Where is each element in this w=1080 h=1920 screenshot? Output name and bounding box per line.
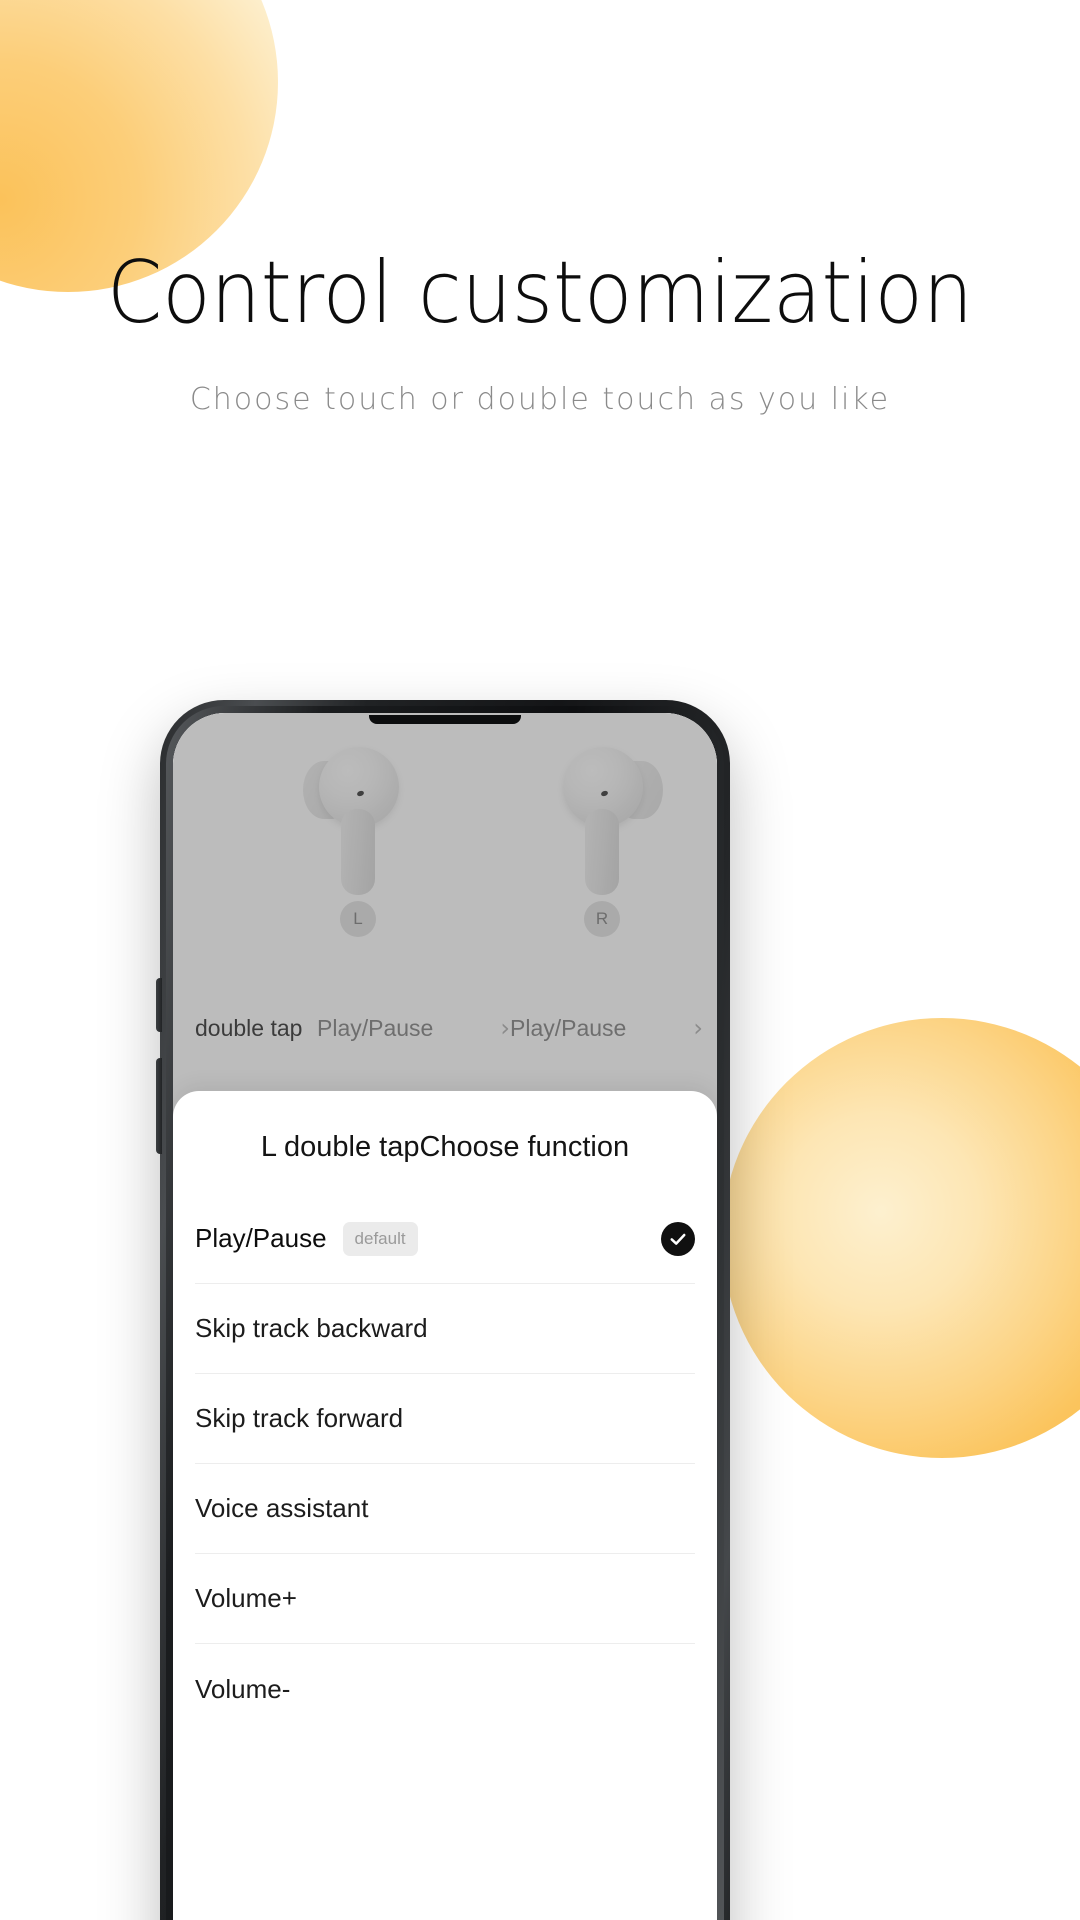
option-label: Volume+ xyxy=(195,1583,297,1613)
option-label: Play/Pause xyxy=(195,1223,327,1253)
list-item-volume-up[interactable]: Volume+ xyxy=(195,1554,695,1644)
page-subtitle: Choose touch or double touch as you like xyxy=(189,382,891,417)
option-label: Skip track backward xyxy=(195,1313,428,1343)
power-button[interactable] xyxy=(156,1058,162,1154)
list-item-skip-track-forward[interactable]: Skip track forward xyxy=(195,1374,695,1464)
headings: Control customization Choose touch or do… xyxy=(0,250,1080,417)
default-badge: default xyxy=(342,1221,418,1256)
option-label: Voice assistant xyxy=(195,1493,369,1523)
list-item-play-pause[interactable]: Play/Pause default xyxy=(195,1194,695,1284)
list-item-skip-track-backward[interactable]: Skip track backward xyxy=(195,1284,695,1374)
decorative-blob-bottom-right xyxy=(722,1018,1080,1458)
notch xyxy=(369,715,521,724)
phone-mockup: L R double tap Play/Pause › Play/Pause ›… xyxy=(156,700,730,1920)
check-icon xyxy=(661,1221,695,1256)
volume-button[interactable] xyxy=(156,978,162,1032)
choose-function-sheet: L double tapChoose function Play/Pause d… xyxy=(173,1091,717,1920)
promo-page: Control customization Choose touch or do… xyxy=(0,0,1080,1920)
page-title: Control customization xyxy=(106,243,974,343)
phone-screen: L R double tap Play/Pause › Play/Pause ›… xyxy=(173,713,717,1920)
list-item-voice-assistant[interactable]: Voice assistant xyxy=(195,1464,695,1554)
option-label: Skip track forward xyxy=(195,1403,404,1433)
list-item-volume-down[interactable]: Volume- xyxy=(195,1644,695,1734)
sheet-title: L double tapChoose function xyxy=(260,1131,630,1163)
option-label: Volume- xyxy=(195,1673,291,1704)
